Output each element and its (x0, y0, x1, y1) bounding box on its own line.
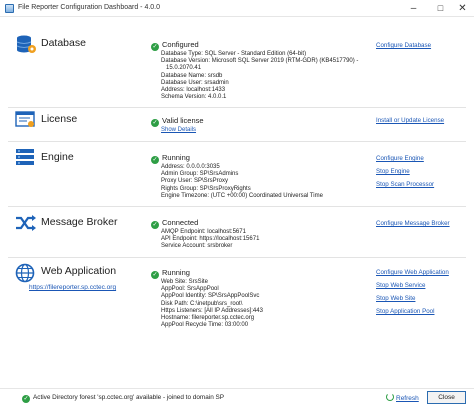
footer-divider (0, 388, 474, 389)
detail-line: AppPool: SrsAppPool (161, 286, 219, 293)
detail-line: Web Site: SrsSite (161, 279, 208, 285)
detail-line: Https Listeners: [All IP Addresses]:443 (161, 307, 263, 314)
show-details-link[interactable]: Show Details (161, 127, 196, 133)
check-circle-icon: ✓ (151, 271, 159, 279)
database-title: Database (41, 37, 86, 49)
detail-line: Rights Group: SP\SrsProxyRights (161, 185, 251, 192)
engine-actions: Configure Engine Stop Engine Stop Scan P… (376, 152, 434, 191)
detail-line: Database Version: Microsoft SQL Server 2… (161, 58, 359, 65)
detail-line: Service Account: srsbroker (161, 243, 233, 250)
detail-line: AppPool Recycle Time: 03:00:00 (161, 322, 249, 329)
configure-web-application-link[interactable]: Configure Web Application (376, 266, 449, 279)
detail-line: Database Name: srsdb (161, 72, 223, 79)
engine-status: ✓ Running (151, 153, 190, 164)
window-title: File Reporter Configuration Dashboard - … (18, 4, 161, 11)
app-icon (5, 4, 14, 13)
check-circle-icon: ✓ (151, 119, 159, 127)
check-circle-icon: ✓ (151, 221, 159, 229)
database-status: ✓ Configured (151, 40, 199, 51)
stop-application-pool-link[interactable]: Stop Application Pool (376, 305, 449, 318)
detail-line: Proxy User: SP\SrsProxy (161, 178, 229, 185)
close-button[interactable]: Close (427, 391, 466, 404)
detail-line: Admin Group: SP\SrsAdmins (161, 171, 239, 178)
refresh-button[interactable]: Refresh (386, 393, 419, 402)
message-broker-status: ✓ Connected (151, 218, 199, 229)
stop-web-site-link[interactable]: Stop Web Site (376, 292, 449, 305)
stop-scan-processor-link[interactable]: Stop Scan Processor (376, 178, 434, 191)
divider (8, 257, 466, 258)
web-application-status: ✓ Running (151, 268, 190, 279)
close-icon[interactable]: ✕ (449, 0, 474, 17)
globe-icon (15, 263, 35, 283)
check-circle-icon: ✓ (151, 156, 159, 164)
configure-database-link[interactable]: Configure Database (376, 39, 431, 52)
stop-web-service-link[interactable]: Stop Web Service (376, 279, 449, 292)
shuffle-icon (16, 215, 36, 231)
refresh-icon (386, 393, 394, 401)
divider (8, 206, 466, 207)
detail-line: AppPool Identity: SP\SrsAppPoolSvc (161, 293, 260, 300)
configure-engine-link[interactable]: Configure Engine (376, 152, 434, 165)
check-circle-icon: ✓ (151, 43, 159, 51)
engine-title: Engine (41, 151, 74, 163)
detail-line: Disk Path: C:\inetpub\srs_root\ (161, 300, 243, 307)
license-certificate-icon (15, 111, 35, 127)
web-application-actions: Configure Web Application Stop Web Servi… (376, 266, 449, 318)
divider (8, 107, 466, 108)
detail-line: AMQP Endpoint: localhost:5671 (161, 229, 246, 235)
engine-details: Address: 0.0.0.0:3035 Admin Group: SP\Sr… (161, 164, 323, 200)
stop-engine-link[interactable]: Stop Engine (376, 165, 434, 178)
web-application-title: Web Application (41, 265, 117, 277)
message-broker-actions: Configure Message Broker (376, 217, 450, 230)
database-actions: Configure Database (376, 39, 431, 52)
ad-status: ✓ Active Directory forest 'sp.cctec.org' … (22, 394, 225, 403)
engine-icon (16, 149, 34, 165)
divider (8, 141, 466, 142)
detail-line: Hostname: filereporter.sp.cctec.org (161, 314, 255, 321)
detail-line: 15.0.2070.41 (166, 65, 202, 72)
detail-line: Database Type: SQL Server - Standard Edi… (161, 51, 307, 57)
database-icon (16, 35, 36, 53)
configure-message-broker-link[interactable]: Configure Message Broker (376, 217, 450, 230)
minimize-icon[interactable]: – (400, 0, 427, 17)
license-status: ✓ Valid license (151, 116, 204, 127)
message-broker-title: Message Broker (41, 216, 118, 228)
detail-line: API Endpoint: https://localhost:15671 (161, 236, 260, 243)
database-details: Database Type: SQL Server - Standard Edi… (161, 51, 358, 101)
title-bar: File Reporter Configuration Dashboard - … (0, 0, 474, 17)
detail-line: Database User: srsadmin (161, 79, 229, 86)
detail-line: Engine Timezone: (UTC +00:00) Coordinate… (161, 192, 323, 199)
check-circle-icon: ✓ (22, 395, 30, 403)
install-update-license-link[interactable]: Install or Update License (376, 114, 444, 127)
message-broker-details: AMQP Endpoint: localhost:5671 API Endpoi… (161, 229, 259, 251)
detail-line: Address: localhost:1433 (161, 86, 226, 93)
web-application-details: Web Site: SrsSite AppPool: SrsAppPool Ap… (161, 279, 263, 329)
detail-line: Schema Version: 4.0.0.1 (161, 94, 227, 101)
web-application-url-link[interactable]: https://filereporter.sp.cctec.org (29, 284, 116, 291)
detail-line: Address: 0.0.0.0:3035 (161, 164, 220, 170)
license-title: License (41, 113, 78, 125)
license-actions: Install or Update License (376, 114, 444, 127)
